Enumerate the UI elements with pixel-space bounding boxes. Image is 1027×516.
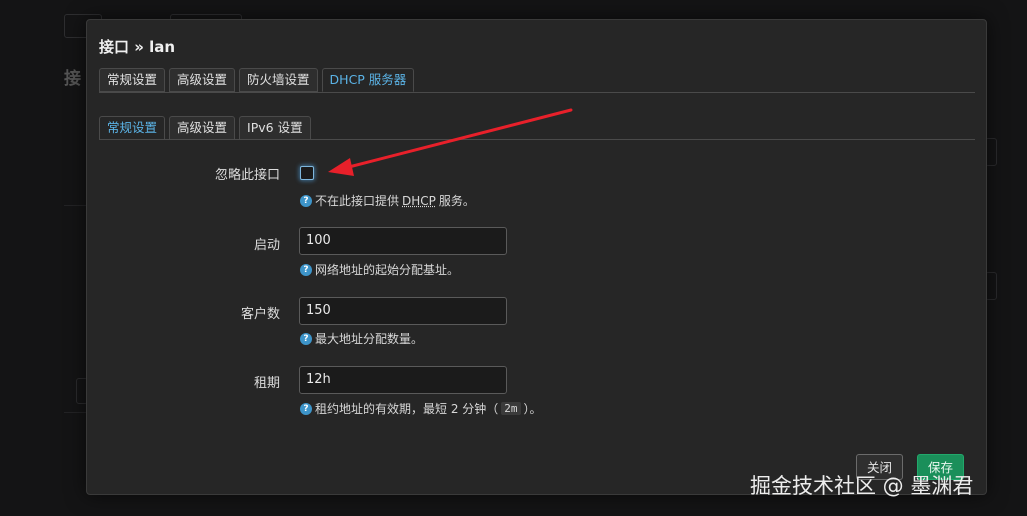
tab-dhcp-server[interactable]: DHCP 服务器 [321,68,415,92]
tab-general[interactable]: 常规设置 [99,68,166,92]
start-help: ? 网络地址的起始分配基址。 [300,261,459,278]
help-icon: ? [300,263,312,276]
interface-dialog: 接口 » lan 常规设置 高级设置 防火墙设置 DHCP 服务器 常规设置 高… [86,19,987,495]
subtab-general[interactable]: 常规设置 [99,116,166,140]
help-icon: ? [300,402,312,415]
dhcp-abbr: DHCP [402,193,436,208]
start-label: 启动 [253,238,280,253]
leasetime-label: 租期 [253,376,280,391]
background-heading: 接 [64,69,81,89]
help-text: ）。 [523,402,542,416]
watermark-text: 掘金技术社区 @ 墨渊君 [750,474,974,498]
help-text: 租约地址的有效期，最短 2 分钟（ [315,402,499,416]
limit-input[interactable]: 150 [299,297,507,325]
background-divider [64,412,86,413]
limit-help: ? 最大地址分配数量。 [300,330,423,347]
ignore-interface-help: ? 不在此接口提供 DHCP 服务。 [300,192,475,209]
ignore-interface-checkbox[interactable] [300,166,314,180]
ignore-interface-label: 忽略此接口 [214,168,280,183]
limit-label: 客户数 [240,307,280,322]
subtab-ipv6[interactable]: IPv6 设置 [239,116,311,140]
tab-advanced[interactable]: 高级设置 [169,68,236,92]
start-input[interactable]: 100 [299,227,507,255]
background-divider [64,205,86,206]
leasetime-help: ? 租约地址的有效期，最短 2 分钟（ 2m ）。 [300,400,542,417]
help-icon: ? [300,194,312,207]
main-tabs: 常规设置 高级设置 防火墙设置 DHCP 服务器 [99,68,415,92]
tabs-divider [99,92,975,93]
subtabs-divider [99,139,975,140]
code-snippet: 2m [501,402,521,415]
leasetime-input[interactable]: 12h [299,366,507,394]
help-icon: ? [300,332,312,345]
tab-firewall[interactable]: 防火墙设置 [239,68,318,92]
help-text: 最大地址分配数量。 [315,332,424,346]
help-text: 不在此接口提供 [315,194,400,208]
subtab-advanced[interactable]: 高级设置 [169,116,236,140]
dhcp-subtabs: 常规设置 高级设置 IPv6 设置 [99,116,311,140]
dialog-title: 接口 » lan [99,38,176,56]
help-text: 网络地址的起始分配基址。 [315,263,460,277]
help-text: 服务。 [438,194,475,208]
